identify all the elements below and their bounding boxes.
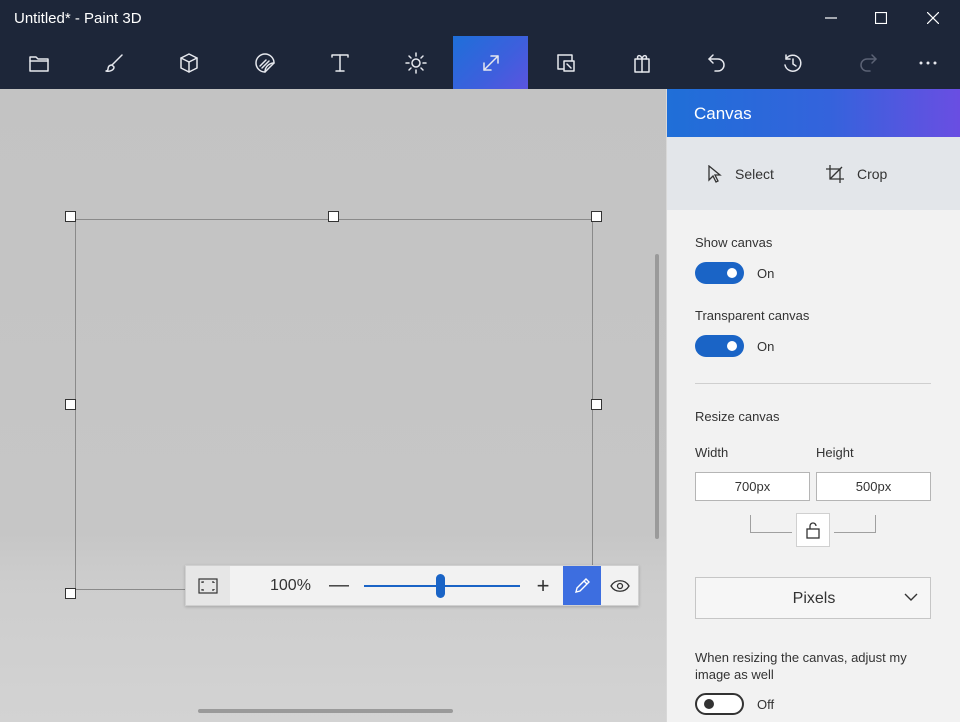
effects-button[interactable]	[378, 36, 453, 89]
stickers-button[interactable]	[227, 36, 302, 89]
magic-select-button[interactable]	[528, 36, 603, 89]
section-divider	[695, 383, 931, 384]
adjust-image-toggle[interactable]	[695, 693, 744, 715]
magic-select-icon	[556, 53, 575, 72]
text-icon	[330, 53, 349, 72]
unlock-icon	[806, 522, 820, 539]
toggle-knob	[727, 341, 737, 351]
resize-canvas-label: Resize canvas	[695, 409, 780, 424]
cube-icon	[179, 52, 198, 73]
resize-handle-top-left[interactable]	[65, 211, 76, 222]
select-button[interactable]: Select	[707, 161, 774, 187]
width-label: Width	[695, 445, 729, 460]
canvas-panel: Canvas Select Crop Show canvas On Transp…	[666, 89, 960, 722]
vertical-scrollbar[interactable]	[655, 254, 659, 539]
redo-button[interactable]	[830, 36, 905, 89]
main-toolbar	[0, 36, 960, 89]
menu-button[interactable]	[1, 36, 76, 89]
eye-icon	[610, 579, 630, 592]
crop-icon	[826, 165, 844, 183]
window-title: Untitled* - Paint 3D	[14, 10, 142, 27]
maximize-button[interactable]	[856, 0, 906, 36]
resize-handle-left[interactable]	[65, 399, 76, 410]
toggle-knob	[727, 268, 737, 278]
transparent-canvas-label: Transparent canvas	[695, 308, 810, 323]
history-button[interactable]	[755, 36, 830, 89]
transparent-canvas-state: On	[757, 339, 775, 354]
transparent-canvas-toggle[interactable]	[695, 335, 744, 357]
resize-handle-right[interactable]	[591, 399, 602, 410]
lock-bracket-left	[750, 515, 792, 533]
zoom-bar: 100% — +	[185, 565, 639, 606]
show-canvas-toggle[interactable]	[695, 262, 744, 284]
resize-handle-top-right[interactable]	[591, 211, 602, 222]
zoom-level: 100%	[270, 577, 311, 594]
brushes-button[interactable]	[76, 36, 151, 89]
pencil-icon	[575, 577, 590, 593]
undo-icon	[707, 53, 725, 72]
show-canvas-label: Show canvas	[695, 235, 773, 250]
lock-aspect-ratio-button[interactable]	[796, 513, 830, 547]
resize-canvas-icon	[482, 54, 499, 71]
width-input[interactable]: 700px	[695, 472, 810, 501]
zoom-slider-thumb[interactable]	[436, 574, 445, 598]
units-value: Pixels	[792, 590, 836, 607]
crop-label: Crop	[857, 166, 888, 182]
select-label: Select	[735, 166, 774, 182]
canvas-area[interactable]	[75, 219, 593, 590]
height-label: Height	[816, 445, 854, 460]
minimize-icon	[825, 17, 837, 19]
crop-button[interactable]: Crop	[825, 161, 887, 187]
close-button[interactable]	[908, 0, 958, 36]
units-dropdown[interactable]: Pixels	[695, 577, 931, 619]
height-input[interactable]: 500px	[816, 472, 931, 501]
more-button[interactable]	[896, 36, 960, 89]
adjust-image-label: When resizing the canvas, adjust my imag…	[695, 650, 907, 682]
fit-to-screen-button[interactable]	[186, 566, 230, 605]
cursor-icon	[708, 165, 722, 183]
redo-icon	[859, 53, 877, 72]
undo-button[interactable]	[679, 36, 754, 89]
toggle-knob	[704, 699, 714, 709]
draw-mode-button[interactable]	[563, 566, 601, 605]
zoom-in-button[interactable]: +	[530, 566, 556, 605]
canvas-workspace[interactable]	[0, 89, 666, 722]
3d-library-icon	[633, 54, 650, 73]
lock-bracket-right	[834, 515, 876, 533]
3d-shapes-button[interactable]	[151, 36, 226, 89]
panel-title: Canvas	[694, 104, 752, 123]
resize-handle-top[interactable]	[328, 211, 339, 222]
horizontal-scrollbar[interactable]	[198, 709, 453, 713]
panel-header: Canvas	[667, 89, 960, 137]
brush-icon	[104, 53, 123, 72]
adjust-image-state: Off	[757, 697, 775, 712]
minimize-button[interactable]	[806, 0, 856, 36]
zoom-out-button[interactable]: —	[326, 566, 352, 605]
view-mode-button[interactable]	[601, 566, 639, 605]
canvas-button[interactable]	[453, 36, 528, 89]
title-bar: Untitled* - Paint 3D	[0, 0, 960, 36]
close-icon	[927, 12, 939, 24]
panel-actions: Select Crop	[667, 137, 960, 210]
more-icon	[919, 61, 937, 64]
sun-icon	[404, 51, 427, 74]
sticker-icon	[254, 52, 275, 73]
3d-library-button[interactable]	[604, 36, 679, 89]
resize-handle-bottom-left[interactable]	[65, 588, 76, 599]
chevron-down-icon	[904, 593, 918, 601]
maximize-icon	[875, 12, 887, 24]
folder-icon	[28, 55, 49, 72]
text-button[interactable]	[302, 36, 377, 89]
history-icon	[783, 53, 802, 72]
fit-screen-icon	[198, 577, 218, 594]
show-canvas-state: On	[757, 266, 775, 281]
